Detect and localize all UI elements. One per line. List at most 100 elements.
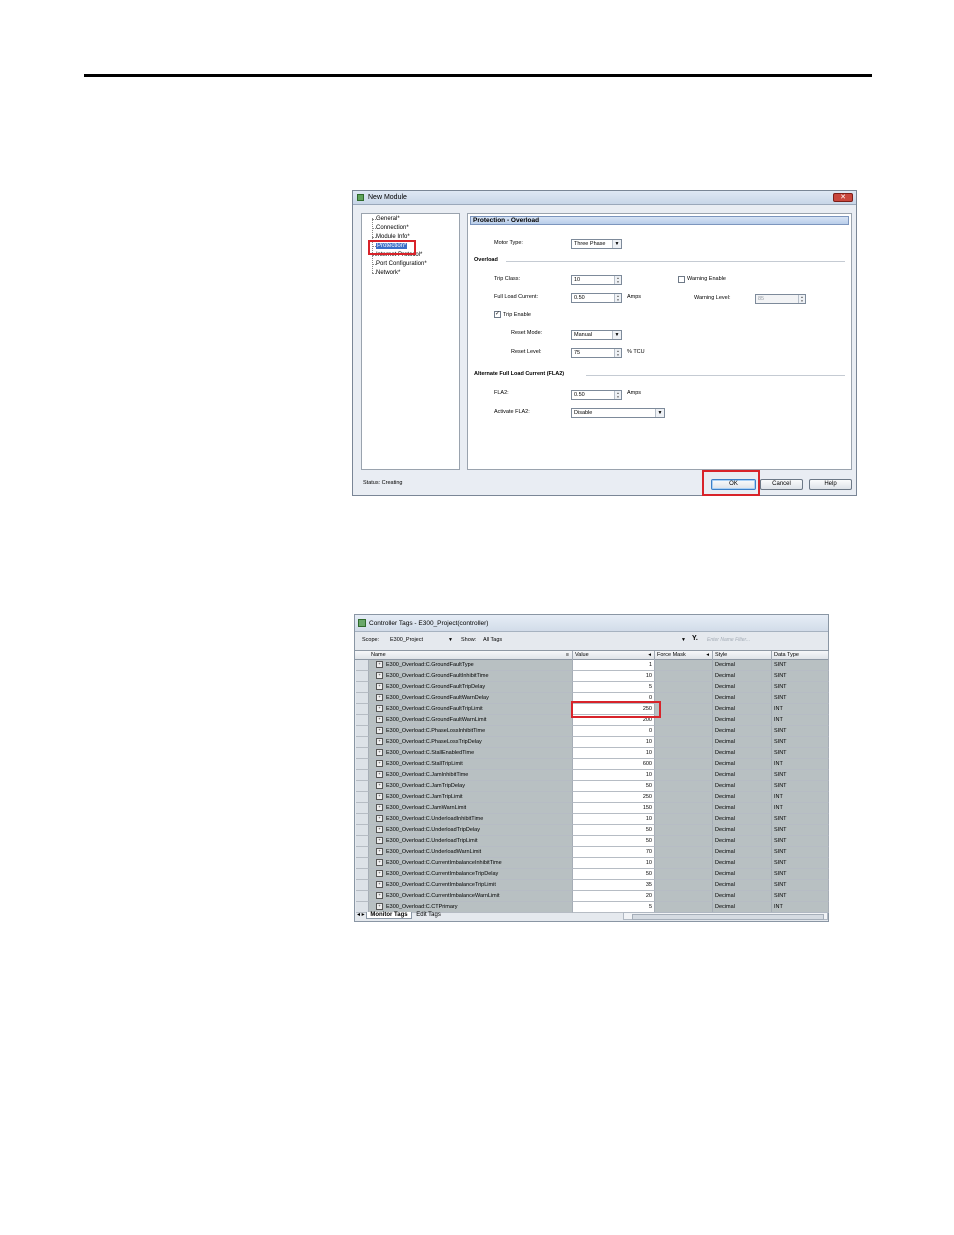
sort-icon[interactable]: ≡ [566,651,569,660]
tree-item-network[interactable]: Network* [371,270,400,276]
tag-value-cell[interactable]: 5 [573,682,655,693]
warning-level-spinner[interactable]: 85 ▲ ▼ [755,294,806,304]
table-row[interactable]: + E300_Overload:C.CurrentImbalanceTripDel… [355,869,829,880]
style-cell[interactable]: Decimal [713,693,772,704]
tag-value-cell[interactable]: 50 [573,825,655,836]
name-filter-input[interactable]: Enter Name Filter... [703,635,828,645]
expand-icon[interactable]: + [376,793,383,801]
close-icon[interactable]: ✕ [833,193,853,202]
row-selector[interactable] [356,737,369,748]
style-cell[interactable]: Decimal [713,792,772,803]
expand-icon[interactable]: + [376,760,383,768]
table-row[interactable]: + E300_Overload:C.UnderloadWarnLimit 70 Dec… [355,847,829,858]
expand-icon[interactable]: + [376,892,383,900]
table-row[interactable]: + E300_Overload:C.GroundFaultInhibitTime 1… [355,671,829,682]
style-cell[interactable]: Decimal [713,715,772,726]
filter-icon[interactable]: Y. [692,635,698,642]
expand-icon[interactable]: + [376,870,383,878]
style-cell[interactable]: Decimal [713,869,772,880]
header-value[interactable]: Value ◂ [573,651,655,660]
tag-name-cell[interactable]: + E300_Overload:C.JamTripLimit [369,792,573,803]
table-row[interactable]: + E300_Overload:C.PhaseLossInhibitTime 0 De… [355,726,829,737]
tag-value-cell[interactable]: 10 [573,737,655,748]
fla2-spinner[interactable]: 0.50 ▲ ▼ [571,390,622,400]
spin-arrows-icon[interactable]: ▲ ▼ [614,294,621,302]
style-cell[interactable]: Decimal [713,825,772,836]
scroll-left-icon[interactable]: ◂ ▸ [357,912,365,918]
tag-value-cell[interactable]: 50 [573,836,655,847]
expand-icon[interactable]: + [376,782,383,790]
row-selector[interactable] [356,858,369,869]
row-selector[interactable] [356,803,369,814]
table-row[interactable]: + E300_Overload:C.GroundFaultTripDelay 5 De… [355,682,829,693]
table-row[interactable]: + E300_Overload:C.CurrentImbalanceInhibit… [355,858,829,869]
expand-icon[interactable]: + [376,716,383,724]
style-cell[interactable]: Decimal [713,748,772,759]
full-load-current-spinner[interactable]: 0.50 ▲ ▼ [571,293,622,303]
header-force-mask[interactable]: Force Mask ◂ [655,651,713,660]
tag-name-cell[interactable]: + E300_Overload:C.GroundFaultTripLimit [369,704,573,715]
row-selector[interactable] [356,836,369,847]
tag-name-cell[interactable]: + E300_Overload:C.CurrentImbalanceTripLim… [369,880,573,891]
row-selector[interactable] [356,759,369,770]
tag-value-cell[interactable]: 20 [573,891,655,902]
row-selector[interactable] [356,781,369,792]
trip-class-spinner[interactable]: 10 ▲ ▼ [571,275,622,285]
expand-icon[interactable]: + [376,672,383,680]
style-cell[interactable]: Decimal [713,726,772,737]
row-selector[interactable] [356,891,369,902]
spin-arrows-icon[interactable]: ▲ ▼ [614,391,621,399]
row-selector[interactable] [356,693,369,704]
style-cell[interactable]: Decimal [713,880,772,891]
style-cell[interactable]: Decimal [713,660,772,671]
horizontal-scrollbar[interactable] [623,912,828,920]
table-row[interactable]: + E300_Overload:C.JamInhibitTime 10 Decimal… [355,770,829,781]
table-row[interactable]: + E300_Overload:C.GroundFaultType 1 Decimal… [355,660,829,671]
table-row[interactable]: + E300_Overload:C.CurrentImbalanceWarnLim… [355,891,829,902]
trip-enable-checkbox[interactable]: ✓ [494,311,501,318]
expand-icon[interactable]: + [376,738,383,746]
expand-icon[interactable]: + [376,804,383,812]
expand-icon[interactable]: + [376,771,383,779]
tag-name-cell[interactable]: + E300_Overload:C.StallTripLimit [369,759,573,770]
tag-name-cell[interactable]: + E300_Overload:C.JamInhibitTime [369,770,573,781]
expand-icon[interactable]: + [376,705,383,713]
tag-name-cell[interactable]: + E300_Overload:C.GroundFaultWarnLimit [369,715,573,726]
table-row[interactable]: + E300_Overload:C.JamTripLimit 250 Decimal I… [355,792,829,803]
table-row[interactable]: + E300_Overload:C.UnderloadTripLimit 50 Dec… [355,836,829,847]
style-cell[interactable]: Decimal [713,682,772,693]
table-row[interactable]: + E300_Overload:C.StallEnabledTime 10 Decim… [355,748,829,759]
tag-name-cell[interactable]: + E300_Overload:C.UnderloadTripDelay [369,825,573,836]
table-row[interactable]: + E300_Overload:C.UnderloadInhibitTime 10 D… [355,814,829,825]
expand-icon[interactable]: + [376,826,383,834]
header-data-type[interactable]: Data Type [772,651,829,660]
tag-name-cell[interactable]: + E300_Overload:C.StallEnabledTime [369,748,573,759]
tag-name-cell[interactable]: + E300_Overload:C.UnderloadWarnLimit [369,847,573,858]
tag-value-cell[interactable]: 10 [573,748,655,759]
style-cell[interactable]: Decimal [713,737,772,748]
row-selector[interactable] [356,814,369,825]
row-selector[interactable] [356,792,369,803]
style-cell[interactable]: Decimal [713,781,772,792]
tag-name-cell[interactable]: + E300_Overload:C.UnderloadInhibitTime [369,814,573,825]
spin-arrows-icon[interactable]: ▲ ▼ [614,276,621,284]
tag-value-cell[interactable]: 600 [573,759,655,770]
tag-name-cell[interactable]: + E300_Overload:C.GroundFaultType [369,660,573,671]
spin-arrows-icon[interactable]: ▲ ▼ [798,295,805,303]
tag-value-cell[interactable]: 10 [573,770,655,781]
tag-value-cell[interactable]: 0 [573,726,655,737]
tab-monitor-tags[interactable]: Monitor Tags [366,912,412,919]
tag-value-cell[interactable]: 50 [573,781,655,792]
row-selector[interactable] [356,825,369,836]
tag-value-cell[interactable]: 10 [573,671,655,682]
style-cell[interactable]: Decimal [713,858,772,869]
style-cell[interactable]: Decimal [713,704,772,715]
style-cell[interactable]: Decimal [713,847,772,858]
tag-name-cell[interactable]: + E300_Overload:C.UnderloadTripLimit [369,836,573,847]
row-selector[interactable] [356,682,369,693]
expand-icon[interactable]: + [376,837,383,845]
row-selector[interactable] [356,726,369,737]
tab-edit-tags[interactable]: Edit Tags [413,912,444,918]
expand-icon[interactable]: + [376,727,383,735]
style-cell[interactable]: Decimal [713,759,772,770]
